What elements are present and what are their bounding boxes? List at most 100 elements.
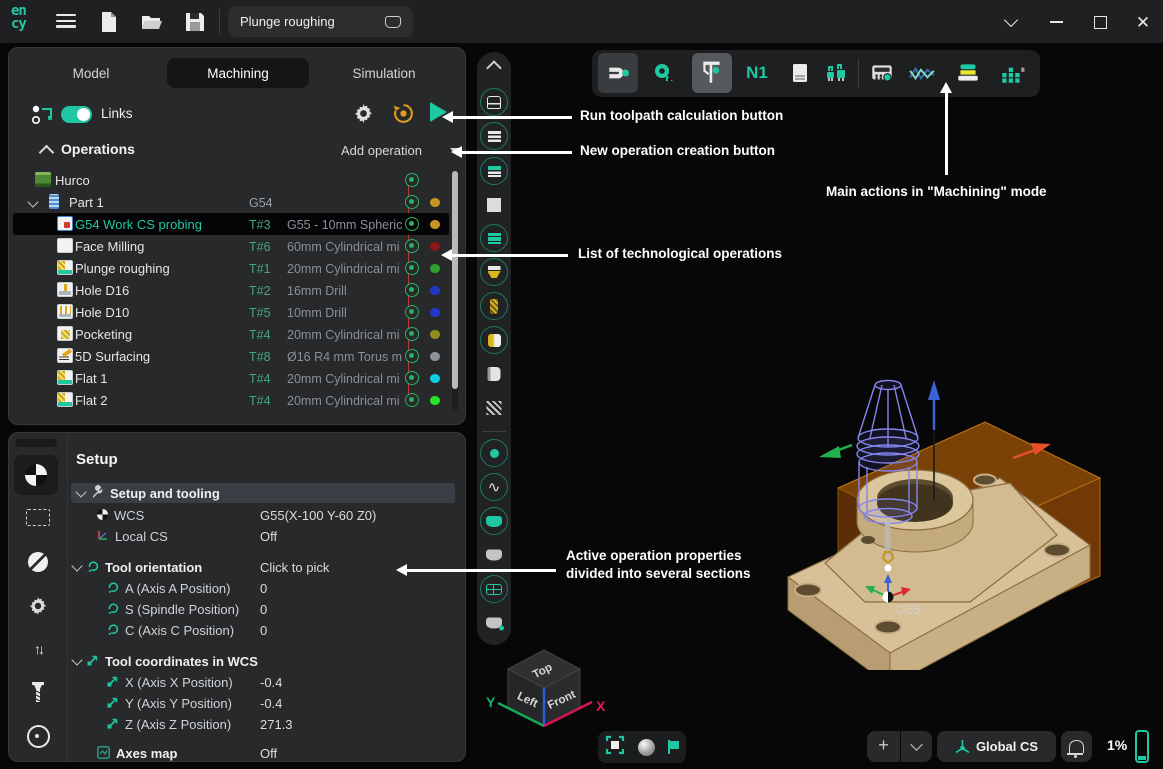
setup-value[interactable]: Off [260, 529, 277, 544]
section-chevron-icon[interactable] [75, 486, 86, 497]
point-icon[interactable] [480, 439, 508, 467]
curve-icon[interactable]: ∿ [480, 473, 508, 501]
setup-row-s-spindle-position[interactable]: S (Spindle Position)0 [67, 599, 465, 620]
caliper-icon[interactable] [692, 53, 732, 93]
setup-value[interactable]: 0 [260, 602, 267, 617]
n1-icon[interactable]: N1 [737, 53, 777, 93]
hatch-square-icon[interactable] [487, 401, 502, 415]
plain-square-icon[interactable] [487, 198, 501, 212]
panel-drag-handle[interactable] [15, 439, 57, 447]
operations-scrollbar[interactable] [452, 171, 458, 411]
operation-row-part-1[interactable]: Part 1G54 [13, 191, 449, 213]
magnet-icon[interactable] [598, 53, 638, 93]
wcs-origin-icon[interactable] [14, 455, 58, 495]
section-chevron-icon[interactable] [71, 560, 82, 571]
close-icon[interactable]: ✕ [1130, 11, 1156, 33]
statistics-icon[interactable] [992, 53, 1032, 93]
stock-stack-icon[interactable] [480, 122, 508, 150]
setup-value[interactable]: -0.4 [260, 675, 282, 690]
tape-measure-icon[interactable] [644, 53, 684, 93]
shading-mode-icon[interactable] [638, 739, 655, 756]
operation-enabled-radio[interactable] [405, 283, 419, 297]
operation-row-hole-d16[interactable]: Hole D16T#216mm Drill [13, 279, 449, 301]
operation-row-hole-d10[interactable]: Hole D10T#510mm Drill [13, 301, 449, 323]
notebook-icon[interactable] [488, 367, 501, 381]
operation-enabled-radio[interactable] [405, 261, 419, 275]
operation-row-5d-surfacing[interactable]: 5D SurfacingT#8Ø16 R4 mm Torus m [13, 345, 449, 367]
new-file-icon[interactable] [97, 10, 121, 34]
workpiece-teal-icon[interactable] [480, 224, 508, 252]
global-cs-button[interactable]: Global CS [937, 731, 1056, 762]
setup-value[interactable]: -0.4 [260, 696, 282, 711]
save-file-icon[interactable] [183, 10, 207, 34]
operation-row-hurco[interactable]: Hurco [13, 169, 449, 191]
setup-value[interactable]: 0 [260, 581, 267, 596]
flag-icon[interactable] [668, 740, 680, 754]
surface-dot-icon[interactable] [486, 618, 502, 629]
surface-teal-icon[interactable] [480, 507, 508, 535]
operation-enabled-radio[interactable] [405, 305, 419, 319]
setup-value[interactable]: Click to pick [260, 560, 329, 575]
setup-value[interactable]: Off [260, 746, 277, 761]
machine-icon[interactable] [480, 88, 508, 116]
operation-enabled-radio[interactable] [405, 327, 419, 341]
operation-enabled-radio[interactable] [405, 217, 419, 231]
setup-row-a-axis-a-position[interactable]: A (Axis A Position)0 [67, 578, 465, 599]
operation-enabled-radio[interactable] [405, 239, 419, 253]
setup-row-z-axis-z-position[interactable]: Z (Axis Z Position)271.3 [67, 714, 465, 735]
setup-value[interactable]: 0 [260, 623, 267, 638]
settings-gear-icon[interactable] [9, 596, 67, 616]
viewport-3d[interactable]: G55 [755, 350, 1163, 670]
scroll-up-icon[interactable] [489, 63, 500, 74]
operation-row-flat-2[interactable]: Flat 2T#420mm Cylindrical mi [13, 389, 449, 411]
setup-row-local-cs[interactable]: Local CSOff [67, 526, 465, 547]
setup-value[interactable]: G55(X-100 Y-60 Z0) [260, 508, 376, 523]
operation-row-g54-work-cs-probing[interactable]: G54 Work CS probingT#3G55 - 10mm Spheric [13, 213, 449, 235]
graph-icon[interactable] [902, 53, 942, 93]
minimize-icon[interactable] [1043, 11, 1069, 33]
operation-enabled-radio[interactable] [405, 371, 419, 385]
section-chevron-icon[interactable] [71, 654, 82, 665]
sort-moves-icon[interactable]: ↑↓ [9, 641, 67, 657]
cs-dropdown-button[interactable] [901, 731, 932, 762]
operation-row-plunge-roughing[interactable]: Plunge roughingT#120mm Cylindrical mi [13, 257, 449, 279]
drill-bit-icon[interactable] [480, 292, 508, 320]
notifications-button[interactable] [1061, 731, 1092, 762]
dial-icon[interactable] [9, 725, 67, 748]
operation-row-pocketing[interactable]: PocketingT#420mm Cylindrical mi [13, 323, 449, 345]
operation-enabled-radio[interactable] [405, 173, 419, 187]
maximize-icon[interactable] [1087, 11, 1113, 33]
setup-value[interactable]: 271.3 [260, 717, 293, 732]
operation-enabled-radio[interactable] [405, 195, 419, 209]
operation-selector[interactable]: Plunge roughing [228, 6, 413, 37]
stock-top-teal-icon[interactable] [480, 157, 508, 185]
tool-tip-icon[interactable] [480, 258, 508, 286]
surface-gray-icon[interactable] [486, 550, 502, 561]
setup-row-axes-map[interactable]: Axes mapOff [67, 743, 465, 764]
menu-icon[interactable] [56, 14, 76, 28]
fixtures-icon[interactable] [816, 53, 856, 93]
setup-row-wcs[interactable]: WCSG55(X-100 Y-60 Z0) [67, 505, 465, 526]
document-icon[interactable] [780, 53, 820, 93]
operation-row-flat-1[interactable]: Flat 1T#420mm Cylindrical mi [13, 367, 449, 389]
stock-select-icon[interactable] [9, 509, 67, 526]
fit-to-screen-icon[interactable] [605, 735, 625, 760]
tool-holder-icon[interactable] [480, 326, 508, 354]
setup-row-c-axis-c-position[interactable]: C (Axis C Position)0 [67, 620, 465, 641]
operation-enabled-radio[interactable] [405, 349, 419, 363]
add-cs-button[interactable]: + [867, 731, 900, 762]
open-file-icon[interactable] [140, 10, 164, 34]
calculator-icon[interactable] [862, 53, 902, 93]
setup-row-y-axis-y-position[interactable]: Y (Axis Y Position)-0.4 [67, 693, 465, 714]
layers-icon[interactable] [948, 53, 988, 93]
setup-row-setup-and-tooling[interactable]: Setup and tooling [71, 483, 455, 503]
setup-row-x-axis-x-position[interactable]: X (Axis X Position)-0.4 [67, 672, 465, 693]
collapse-icon[interactable] [998, 11, 1024, 33]
mesh-surface-icon[interactable] [480, 575, 508, 603]
compass-icon[interactable] [9, 552, 67, 572]
operation-enabled-radio[interactable] [405, 393, 419, 407]
setup-row-tool-coordinates-in-wcs[interactable]: Tool coordinates in WCS [67, 651, 465, 672]
operation-row-face-milling[interactable]: Face MillingT#660mm Cylindrical mi [13, 235, 449, 257]
expander-icon[interactable] [27, 196, 38, 207]
tool-icon[interactable] [9, 680, 67, 704]
